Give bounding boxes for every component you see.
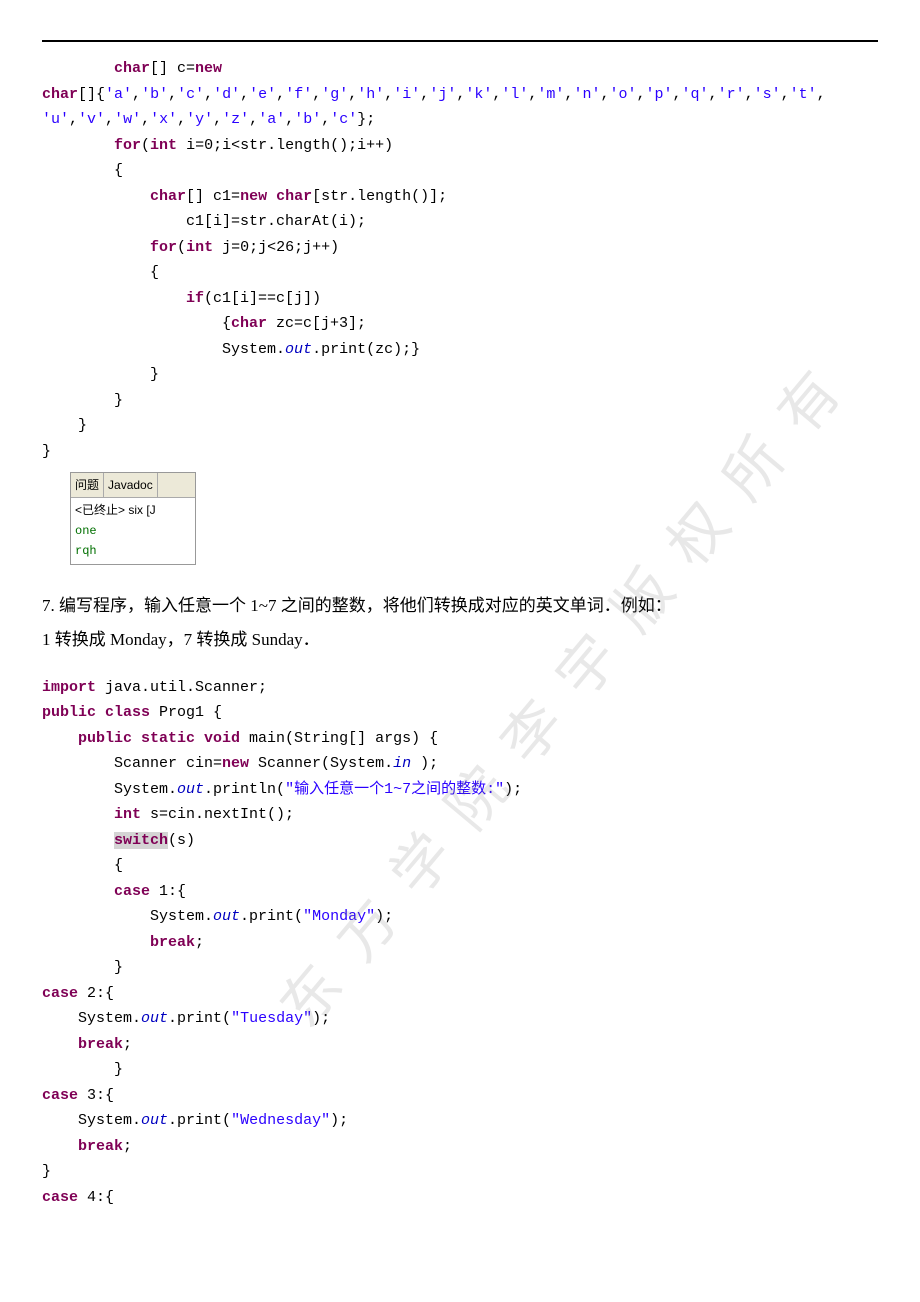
problem-7-text: 7. 编写程序，输入任意一个 1~7 之间的整数，将他们转换成对应的英文单词．例… [42,589,878,657]
code-block-2: import java.util.Scanner; public class P… [42,675,878,1211]
console-output-box: 问题 Javadoc <已终止> six [J one rqh [70,472,196,565]
top-rule [42,40,878,42]
tab-problems[interactable]: 问题 [71,473,104,497]
console-status: <已终止> six [J [75,500,191,520]
console-tabs: 问题 Javadoc [71,473,195,498]
console-line: one [75,521,191,541]
tab-javadoc[interactable]: Javadoc [104,473,158,497]
console-line: rqh [75,541,191,561]
code-block-1: char[] c=new char[]{'a','b','c','d','e',… [42,56,878,464]
